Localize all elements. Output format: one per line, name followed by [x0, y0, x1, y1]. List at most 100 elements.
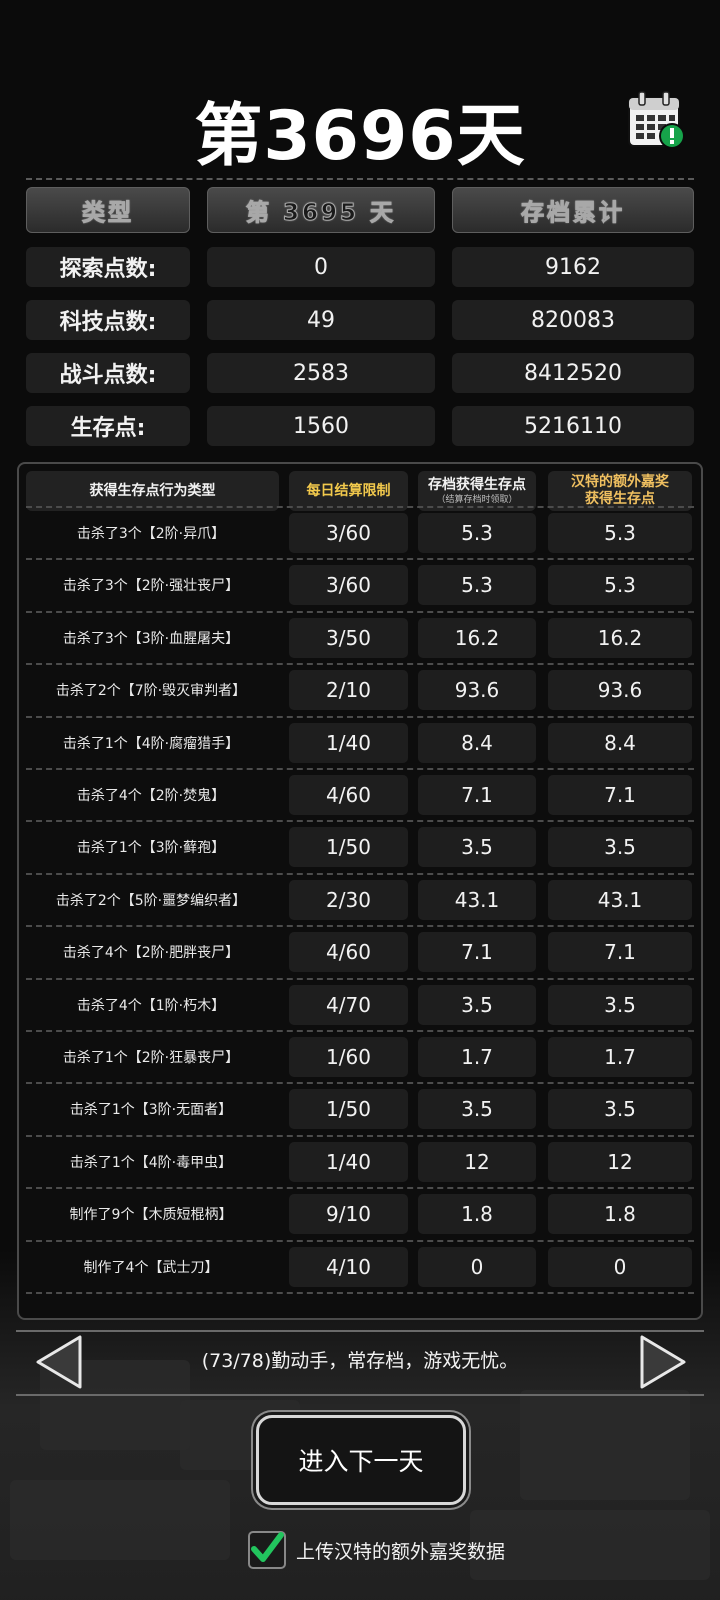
row-bonus-cell: 0	[548, 1247, 692, 1287]
row-divider	[26, 820, 694, 822]
row-limit-cell: 3/60	[289, 513, 408, 553]
row-divider	[26, 1187, 694, 1189]
row-divider	[26, 506, 694, 508]
summary-total-explore: 9162	[452, 247, 694, 287]
row-limit-cell: 4/60	[289, 775, 408, 815]
row-bonus-cell: 93.6	[548, 670, 692, 710]
summary-total-combat: 8412520	[452, 353, 694, 393]
nav-divider-top	[16, 1330, 704, 1332]
row-limit-cell: 3/50	[289, 618, 408, 658]
row-action-label: 击杀了3个【2阶·强壮丧尸】	[62, 578, 240, 594]
upload-bonus-checkbox[interactable]	[248, 1531, 286, 1569]
row-divider	[26, 978, 694, 980]
row-action-label: 击杀了3个【2阶·异爪】	[76, 526, 226, 542]
summary-total-tech: 820083	[452, 300, 694, 340]
row-action-label: 击杀了1个【4阶·毒甲虫】	[69, 1155, 233, 1171]
row-divider	[26, 558, 694, 560]
upload-bonus-option[interactable]: 上传汉特的额外嘉奖数据	[248, 1530, 505, 1570]
row-action-label: 击杀了4个【2阶·肥胖丧尸】	[62, 945, 240, 961]
arrow-right-icon[interactable]	[638, 1334, 688, 1390]
row-limit-cell: 1/40	[289, 723, 408, 763]
row-save-points-cell: 0	[418, 1247, 536, 1287]
row-bonus-cell: 7.1	[548, 775, 692, 815]
row-action-label: 制作了9个【木质短棍柄】	[69, 1207, 233, 1223]
row-limit-cell: 1/60	[289, 1037, 408, 1077]
row-save-points-cell: 3.5	[418, 1089, 536, 1129]
row-bonus-cell: 1.8	[548, 1194, 692, 1234]
summary-total-survival: 5216110	[452, 406, 694, 446]
row-action-label: 击杀了1个【3阶·藓孢】	[76, 840, 226, 856]
row-divider	[26, 716, 694, 718]
row-divider	[26, 1240, 694, 1242]
row-bonus-cell: 1.7	[548, 1037, 692, 1077]
row-divider	[26, 611, 694, 613]
row-save-points-cell: 16.2	[418, 618, 536, 658]
row-limit-cell: 4/60	[289, 932, 408, 972]
row-bonus-cell: 3.5	[548, 827, 692, 867]
row-bonus-cell: 43.1	[548, 880, 692, 920]
nav-divider-bottom	[16, 1394, 704, 1396]
row-limit-cell: 1/40	[289, 1142, 408, 1182]
summary-label-tech: 科技点数:	[26, 300, 190, 340]
detail-header-type: 获得生存点行为类型	[26, 471, 279, 511]
row-limit-cell: 4/10	[289, 1247, 408, 1287]
row-divider	[26, 925, 694, 927]
arrow-left-icon[interactable]	[34, 1334, 84, 1390]
summary-label-survival: 生存点:	[26, 406, 190, 446]
summary-day-tech: 49	[207, 300, 435, 340]
row-divider	[26, 1292, 694, 1294]
row-divider	[26, 1135, 694, 1137]
row-save-points-cell: 43.1	[418, 880, 536, 920]
row-save-points-cell: 1.8	[418, 1194, 536, 1234]
divider	[26, 178, 694, 180]
row-save-points-cell: 3.5	[418, 827, 536, 867]
row-bonus-cell: 12	[548, 1142, 692, 1182]
row-bonus-cell: 7.1	[548, 932, 692, 972]
summary-day-explore: 0	[207, 247, 435, 287]
row-divider	[26, 873, 694, 875]
detail-header-limit: 每日结算限制	[289, 471, 408, 511]
row-limit-cell: 9/10	[289, 1194, 408, 1234]
row-divider	[26, 663, 694, 665]
row-bonus-cell: 8.4	[548, 723, 692, 763]
row-save-points-cell: 93.6	[418, 670, 536, 710]
row-action-label: 击杀了4个【1阶·朽木】	[76, 998, 226, 1014]
row-divider	[26, 1030, 694, 1032]
row-action-label: 击杀了3个【3阶·血腥屠夫】	[62, 631, 240, 647]
row-limit-cell: 2/30	[289, 880, 408, 920]
summary-day-survival: 1560	[207, 406, 435, 446]
day-title: 第3696天	[194, 97, 526, 176]
upload-bonus-label: 上传汉特的额外嘉奖数据	[296, 1540, 506, 1563]
row-limit-cell: 2/10	[289, 670, 408, 710]
check-icon	[251, 1532, 284, 1562]
row-bonus-cell: 5.3	[548, 513, 692, 553]
row-save-points-cell: 8.4	[418, 723, 536, 763]
row-action-label: 击杀了4个【2阶·焚鬼】	[76, 788, 226, 804]
row-save-points-cell: 5.3	[418, 565, 536, 605]
row-bonus-cell: 3.5	[548, 985, 692, 1025]
summary-day-combat: 2583	[207, 353, 435, 393]
row-save-points-cell: 7.1	[418, 932, 536, 972]
row-limit-cell: 4/70	[289, 985, 408, 1025]
row-action-label: 击杀了2个【5阶·噩梦编织者】	[55, 893, 247, 909]
detail-header-save-points: 存档获得生存点 （结算存档时领取）	[418, 471, 536, 511]
row-action-label: 击杀了1个【4阶·腐瘤猎手】	[62, 736, 240, 752]
row-save-points-cell: 12	[418, 1142, 536, 1182]
next-day-button[interactable]: 进入下一天	[256, 1415, 466, 1505]
row-save-points-cell: 7.1	[418, 775, 536, 815]
calendar-alert-icon[interactable]	[626, 90, 686, 150]
row-limit-cell: 3/60	[289, 565, 408, 605]
row-limit-cell: 1/50	[289, 1089, 408, 1129]
detail-header-hunter-bonus: 汉特的额外嘉奖 获得生存点	[548, 471, 692, 511]
summary-header-total: 存档累计	[452, 187, 694, 233]
row-save-points-cell: 3.5	[418, 985, 536, 1025]
summary-header-type: 类型	[26, 187, 190, 233]
row-bonus-cell: 5.3	[548, 565, 692, 605]
row-bonus-cell: 16.2	[548, 618, 692, 658]
row-limit-cell: 1/50	[289, 827, 408, 867]
row-divider	[26, 768, 694, 770]
row-action-label: 击杀了1个【3阶·无面者】	[69, 1102, 233, 1118]
row-save-points-cell: 1.7	[418, 1037, 536, 1077]
tip-text: (73/78)勤动手，常存档，游戏无忧。	[201, 1350, 519, 1372]
row-bonus-cell: 3.5	[548, 1089, 692, 1129]
